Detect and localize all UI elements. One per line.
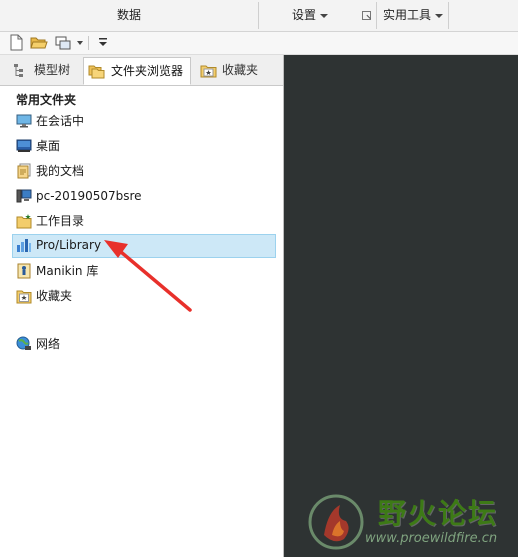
ribbon-group-bar: 数据 设置 实用工具 xyxy=(0,0,518,32)
folder-item-label: 收藏夹 xyxy=(36,289,73,303)
folder-item-label: 工作目录 xyxy=(36,214,85,228)
folder-item-label: Pro/Library xyxy=(36,238,102,252)
chevron-down-icon xyxy=(435,13,443,18)
library-icon xyxy=(17,239,31,252)
folder-item-in-session[interactable]: 在会话中 xyxy=(12,110,276,132)
quick-access-toolbar xyxy=(0,32,518,55)
ribbon-separator xyxy=(448,2,449,29)
tab-favorites-label: 收藏夹 xyxy=(222,63,259,77)
folder-item-label: Manikin 库 xyxy=(36,264,99,278)
dialog-launcher-icon[interactable] xyxy=(362,11,371,20)
watermark-title: 野火论坛 xyxy=(378,497,499,530)
ribbon-group-data-label: 数据 xyxy=(116,8,141,22)
proewildfire-logo xyxy=(308,494,364,550)
folder-item-label: 桌面 xyxy=(36,139,61,153)
tab-model-tree[interactable]: 模型树 xyxy=(4,57,80,84)
open-folder-icon[interactable] xyxy=(30,34,48,51)
common-folders-title: 常用文件夹 xyxy=(16,93,77,107)
folder-item-my-documents[interactable]: 我的文档 xyxy=(12,160,276,182)
ribbon-separator xyxy=(376,2,377,29)
window-switch-icon[interactable] xyxy=(54,34,72,51)
tab-folder-browser-label: 文件夹浏览器 xyxy=(111,64,184,78)
watermark-url: www.proewildfire.cn xyxy=(365,531,498,546)
tab-folder-browser[interactable]: 文件夹浏览器 xyxy=(83,57,191,85)
toolbar-separator xyxy=(88,36,89,50)
new-file-icon[interactable] xyxy=(7,34,25,51)
computer-icon xyxy=(16,189,32,203)
folder-item-desktop[interactable]: 桌面 xyxy=(12,135,276,157)
ribbon-separator xyxy=(258,2,259,29)
folder-item-working-directory[interactable]: 工作目录 xyxy=(12,210,276,232)
documents-icon xyxy=(17,163,31,179)
monitor-icon xyxy=(16,114,32,128)
model-tree-icon xyxy=(14,64,23,77)
customize-toolbar-icon[interactable] xyxy=(94,34,112,51)
chevron-down-icon xyxy=(320,13,328,18)
folder-item-pro-library[interactable]: Pro/Library xyxy=(12,234,276,258)
folder-browser-icon xyxy=(88,65,105,79)
desktop-icon xyxy=(16,139,32,152)
folder-item-computer[interactable]: pc-20190507bsre xyxy=(12,185,276,207)
folder-item-network[interactable]: 网络 xyxy=(12,333,276,355)
ribbon-settings-label: 设置 xyxy=(291,8,316,22)
graphics-area[interactable] xyxy=(284,55,518,557)
ribbon-tools-label: 实用工具 xyxy=(382,8,431,22)
favorites-icon xyxy=(200,65,217,78)
working-directory-icon xyxy=(16,214,32,229)
folder-item-label: 我的文档 xyxy=(36,164,85,178)
ribbon-group-data[interactable]: 数据 xyxy=(0,0,258,31)
navigator-panel: 模型树 文件夹浏览器 收藏夹 常用文件夹 在会话中 桌面 我的文档 pc-201… xyxy=(0,55,284,557)
chevron-down-icon[interactable] xyxy=(77,41,83,45)
folder-item-manikin-library[interactable]: Manikin 库 xyxy=(12,260,276,282)
manikin-icon xyxy=(17,263,31,279)
tab-favorites[interactable]: 收藏夹 xyxy=(194,57,280,84)
favorites-icon xyxy=(16,290,32,304)
network-icon xyxy=(16,336,31,350)
folder-item-label: 网络 xyxy=(36,337,61,351)
ribbon-settings-menu[interactable]: 设置 xyxy=(262,0,358,31)
folder-item-label: pc-20190507bsre xyxy=(36,189,142,203)
ribbon-tools-menu[interactable]: 实用工具 xyxy=(378,0,448,31)
folder-item-favorites[interactable]: 收藏夹 xyxy=(12,285,276,307)
tab-model-tree-label: 模型树 xyxy=(34,63,71,77)
folder-item-label: 在会话中 xyxy=(36,114,85,128)
navigator-tabs: 模型树 文件夹浏览器 收藏夹 xyxy=(0,55,283,86)
